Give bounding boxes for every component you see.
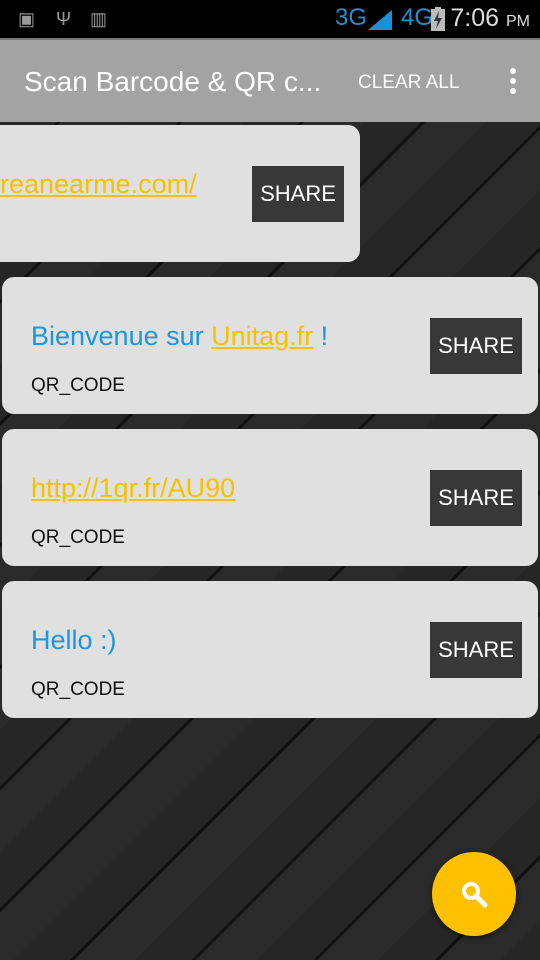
clock: 7:06 PM [450,4,530,33]
item-type: QR_CODE [31,375,125,396]
item-text-suffix: ! [313,321,329,351]
item-text-prefix: Bienvenue sur [31,321,212,351]
share-button[interactable]: SHARE [430,622,522,678]
network-4g: 4G [401,4,434,31]
network-3g: 3G [335,4,368,31]
battery-charging-icon [431,7,445,31]
list-item[interactable]: reanearme.com/ SHARE [0,125,360,262]
item-text: Bienvenue sur Unitag.fr ! [31,321,328,352]
list-item[interactable]: http://1qr.fr/AU90 QR_CODE SHARE [2,429,538,566]
item-text: Hello :) [31,625,117,655]
barcode-notification-icon: ▥ [90,9,108,29]
share-button[interactable]: SHARE [430,470,522,526]
item-link[interactable]: Unitag.fr [211,321,313,351]
item-type: QR_CODE [31,679,125,700]
app-title: Scan Barcode & QR c... [24,66,322,97]
list-item[interactable]: Hello :) QR_CODE SHARE [2,581,538,718]
item-text[interactable]: reanearme.com/ [0,169,197,200]
more-options-icon[interactable] [510,68,516,98]
image-notification-icon: ▣ [18,9,36,29]
search-icon [462,882,488,908]
status-bar: ▣ Ψ ▥ 3G 4G 7:06 PM [0,0,540,38]
share-button[interactable]: SHARE [252,166,344,222]
item-type: QR_CODE [31,527,125,548]
clock-time: 7:06 [450,4,500,32]
scan-fab-button[interactable] [432,852,516,936]
usb-icon: Ψ [56,9,72,29]
list-item[interactable]: Bienvenue sur Unitag.fr ! QR_CODE SHARE [2,277,538,414]
item-link[interactable]: reanearme.com/ [0,169,197,199]
clock-ampm: PM [506,13,530,30]
item-link[interactable]: http://1qr.fr/AU90 [31,473,235,504]
clear-all-button[interactable]: CLEAR ALL [358,72,459,94]
share-button[interactable]: SHARE [430,318,522,374]
signal-icon [368,10,392,30]
app-bar: Scan Barcode & QR c... CLEAR ALL [0,38,540,122]
